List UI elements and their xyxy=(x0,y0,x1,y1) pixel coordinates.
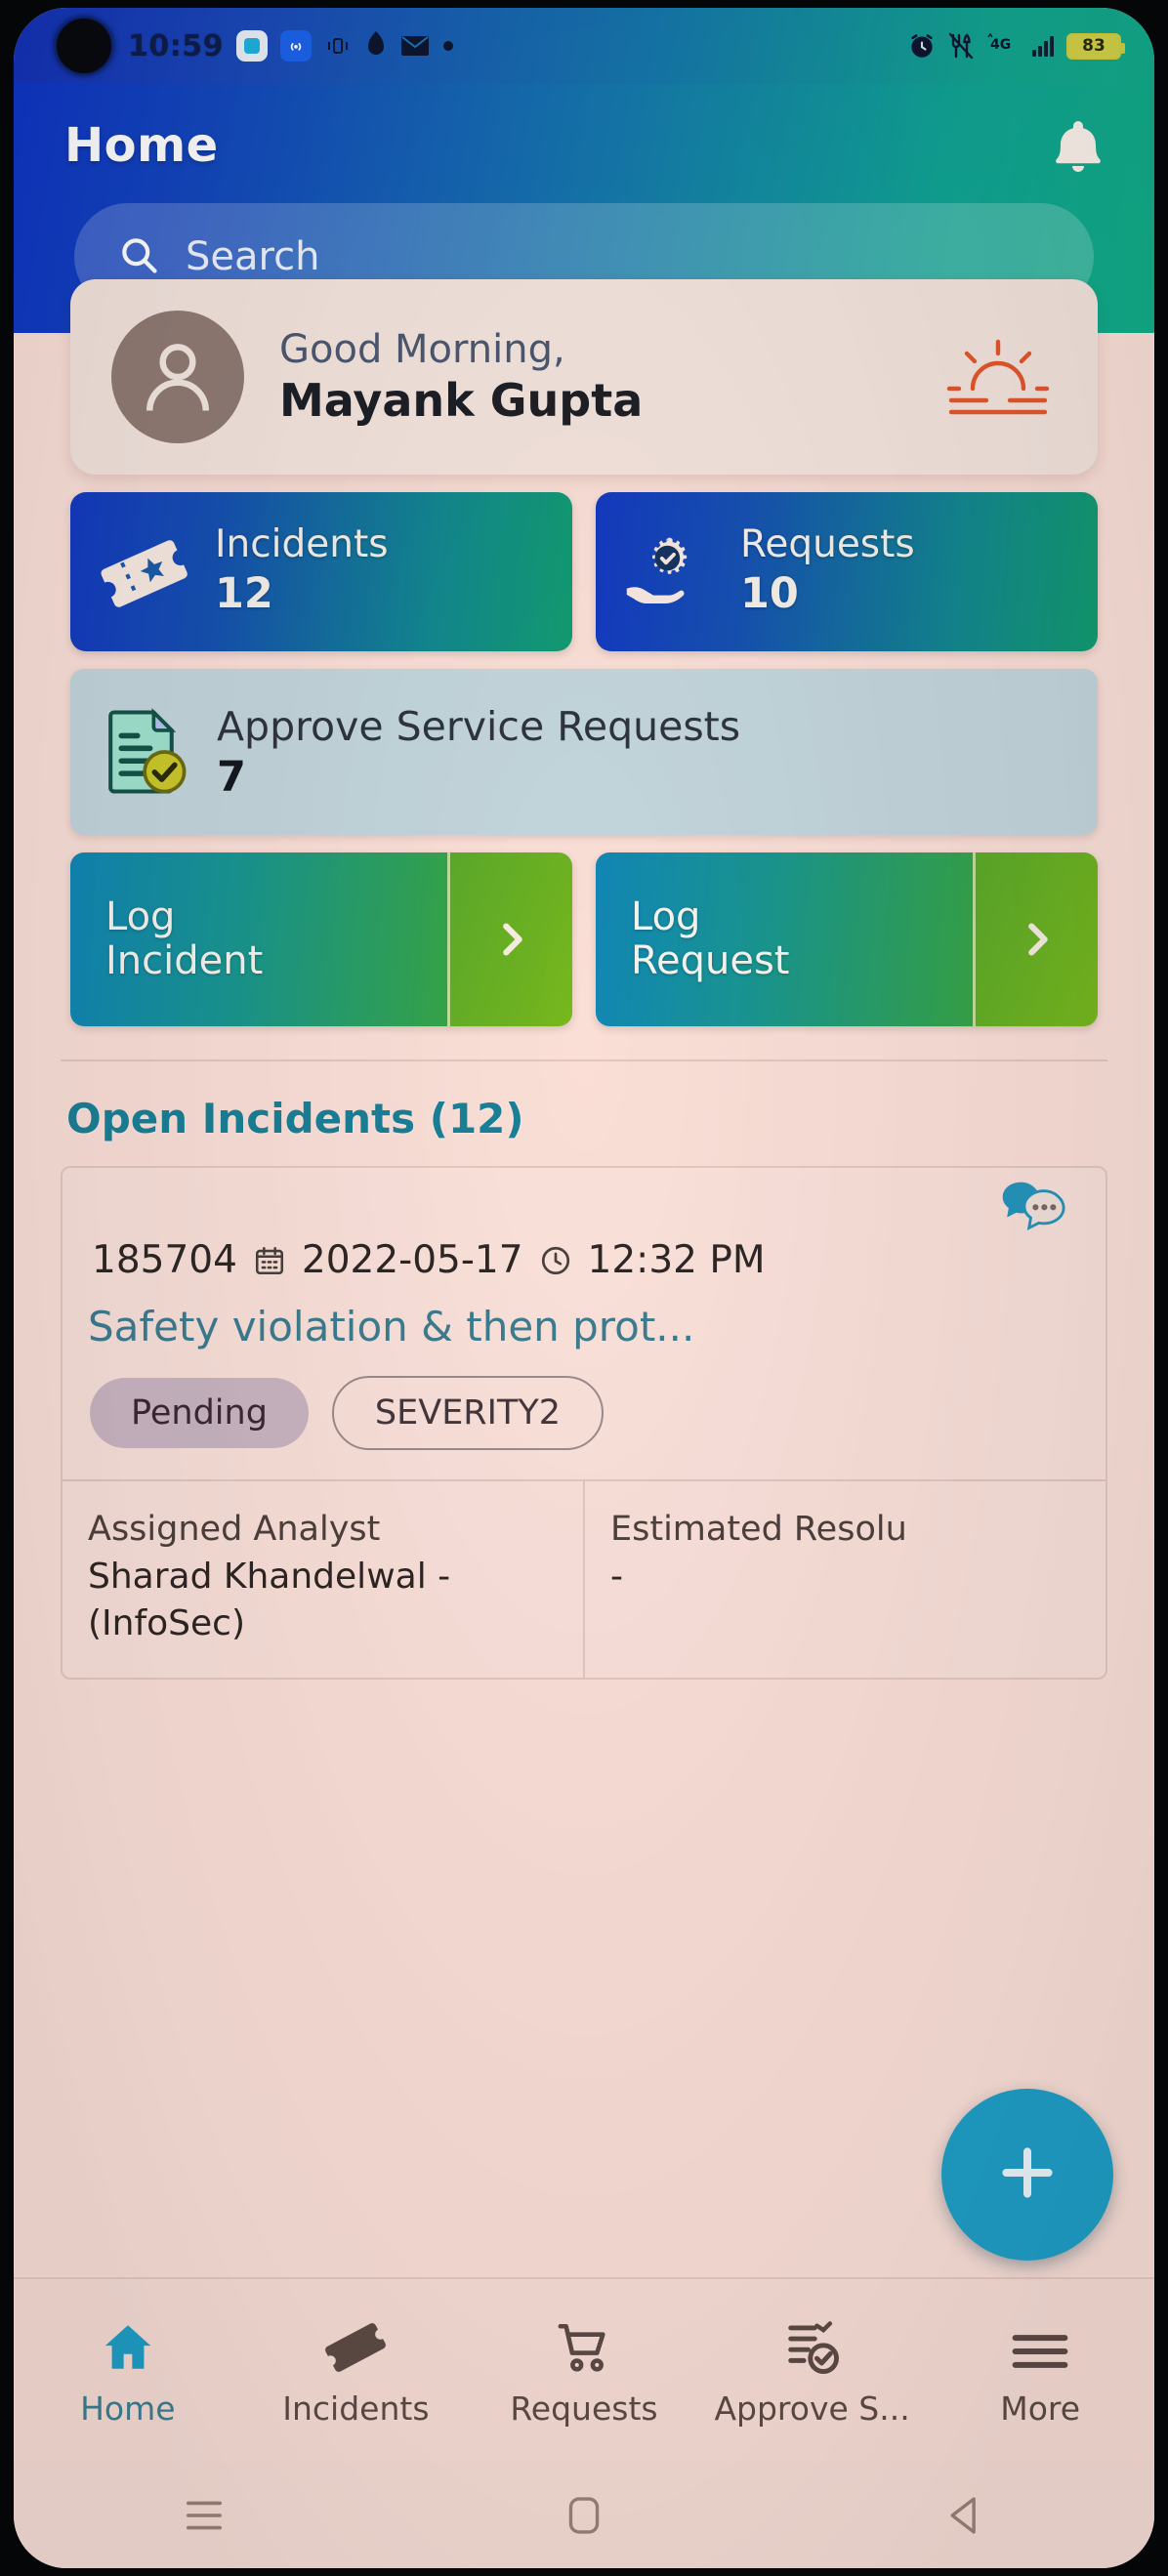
severity-badge: SEVERITY2 xyxy=(331,1376,604,1451)
nav-label-requests: Requests xyxy=(510,2389,658,2428)
chat-bubbles-icon[interactable] xyxy=(1000,1178,1070,1232)
incident-time: 12:32 PM xyxy=(587,1238,766,1282)
incident-date: 2022-05-17 xyxy=(301,1238,523,1282)
chevron-right-icon[interactable] xyxy=(973,852,1098,1026)
plus-icon xyxy=(991,2137,1064,2213)
gear-hand-icon xyxy=(621,533,717,611)
page-title: Home xyxy=(64,118,219,173)
estimated-resolution-value: - xyxy=(610,1556,623,1597)
incidents-tile[interactable]: Incidents 12 xyxy=(70,492,572,651)
incident-meta-row: 185704 2022-05-17 12:32 PM xyxy=(63,1185,1105,1282)
nav-label-home: Home xyxy=(80,2389,176,2428)
nav-label-more: More xyxy=(1000,2389,1081,2428)
calendar-icon xyxy=(253,1244,286,1277)
incident-badges: Pending SEVERITY2 xyxy=(63,1350,1105,1479)
mail-icon xyxy=(400,34,430,58)
incident-id: 185704 xyxy=(92,1238,237,1282)
home-square-icon[interactable] xyxy=(394,2494,773,2537)
home-icon xyxy=(99,2315,157,2376)
nav-item-requests[interactable]: Requests xyxy=(470,2315,698,2428)
approve-card-wrapper: Approve Service Requests 7 xyxy=(14,651,1154,835)
stat-tiles: Incidents 12 Requests 10 xyxy=(14,475,1154,651)
battery-icon: 83 xyxy=(1066,32,1125,60)
nav-label-incidents: Incidents xyxy=(282,2389,430,2428)
vibrate-icon xyxy=(324,35,352,57)
clock-icon xyxy=(539,1244,572,1277)
requests-tile[interactable]: Requests 10 xyxy=(596,492,1098,651)
status-badge: Pending xyxy=(90,1378,309,1449)
assigned-analyst-value: Sharad Khandelwal - (InfoSec) xyxy=(88,1556,451,1644)
log-request-label-line1: Log xyxy=(631,894,701,940)
back-triangle-icon[interactable] xyxy=(774,2494,1154,2537)
incident-detail-columns: Assigned Analyst Sharad Khandelwal - (In… xyxy=(63,1479,1105,1678)
search-input-placeholder[interactable]: Search xyxy=(186,234,319,279)
log-incident-label-line2: Incident xyxy=(105,938,264,983)
log-incident-label-line1: Log xyxy=(105,894,176,940)
sunrise-icon xyxy=(939,330,1057,424)
approve-list-icon xyxy=(783,2315,842,2376)
ticket-icon xyxy=(96,534,191,610)
recent-apps-icon[interactable] xyxy=(14,2498,394,2533)
signal-4g-icon: 4G xyxy=(986,33,1020,59)
nav-label-approve: Approve S... xyxy=(714,2389,910,2428)
log-buttons: Log Incident Log Request xyxy=(14,835,1154,1026)
log-incident-button[interactable]: Log Incident xyxy=(70,852,572,1026)
chevron-right-icon[interactable] xyxy=(447,852,572,1026)
bell-icon[interactable] xyxy=(1053,117,1104,174)
open-incidents-section-title: Open Incidents (12) xyxy=(66,1095,524,1143)
incidents-tile-count: 12 xyxy=(215,569,273,619)
approve-service-requests-card[interactable]: Approve Service Requests 7 xyxy=(70,669,1098,835)
approve-card-title: Approve Service Requests xyxy=(217,702,741,750)
status-bar: 10:59 4G 83 xyxy=(14,8,1154,84)
incident-card[interactable]: 185704 2022-05-17 12:32 PM Safety violat… xyxy=(61,1166,1107,1680)
hotspot-icon xyxy=(280,30,312,62)
signal-bars-icon xyxy=(1032,35,1054,57)
cart-icon xyxy=(554,2315,614,2376)
app-icon xyxy=(364,31,388,61)
incident-title: Safety violation & then prot... xyxy=(88,1303,695,1350)
dot-icon xyxy=(442,40,454,52)
status-bar-time: 10:59 xyxy=(128,28,224,63)
screenshot-icon xyxy=(236,30,268,62)
nav-item-approve-service-requests[interactable]: Approve S... xyxy=(698,2315,927,2428)
greeting-user-name: Mayank Gupta xyxy=(279,374,644,428)
greeting-text: Good Morning, Mayank Gupta xyxy=(279,325,904,428)
incidents-tile-label: Incidents xyxy=(215,522,389,567)
nav-item-more[interactable]: More xyxy=(926,2315,1154,2428)
log-request-button[interactable]: Log Request xyxy=(596,852,1098,1026)
approve-card-count: 7 xyxy=(217,752,246,802)
nav-item-incidents[interactable]: Incidents xyxy=(242,2315,471,2428)
battery-percent: 83 xyxy=(1082,36,1105,56)
alarm-icon xyxy=(908,32,936,60)
android-system-navigation xyxy=(14,2463,1154,2568)
search-icon xyxy=(117,233,160,280)
phone-screen: 10:59 4G 83 Home Search Good Morning, Ma… xyxy=(14,8,1154,2568)
greeting-salutation: Good Morning, xyxy=(279,327,565,373)
svg-text:4G: 4G xyxy=(990,37,1011,53)
log-request-label-line2: Request xyxy=(631,938,790,983)
document-check-icon xyxy=(102,707,191,797)
camera-punch-hole-icon xyxy=(57,19,111,73)
phone-device: 10:59 4G 83 Home Search Good Morning, Ma… xyxy=(0,0,1168,2576)
assigned-analyst-column: Assigned Analyst Sharad Khandelwal - (In… xyxy=(63,1481,583,1677)
do-not-disturb-icon xyxy=(948,32,974,60)
estimated-resolution-column: Estimated Resolu - xyxy=(583,1481,1105,1678)
bottom-navigation: Home Incidents Requests Approve S... Mor… xyxy=(14,2277,1154,2463)
incident-card-wrapper: 185704 2022-05-17 12:32 PM Safety violat… xyxy=(14,1143,1154,1680)
user-avatar-icon[interactable] xyxy=(111,311,244,443)
add-fab-button[interactable] xyxy=(941,2089,1113,2261)
greeting-card[interactable]: Good Morning, Mayank Gupta xyxy=(70,279,1098,475)
greeting-card-wrapper: Good Morning, Mayank Gupta xyxy=(14,279,1154,475)
ticket-icon xyxy=(325,2315,387,2376)
nav-item-home[interactable]: Home xyxy=(14,2315,242,2428)
requests-tile-count: 10 xyxy=(740,569,799,619)
hamburger-icon xyxy=(1011,2315,1069,2376)
estimated-resolution-label: Estimated Resolu xyxy=(610,1510,907,1550)
assigned-analyst-label: Assigned Analyst xyxy=(88,1510,381,1550)
requests-tile-label: Requests xyxy=(740,522,915,567)
